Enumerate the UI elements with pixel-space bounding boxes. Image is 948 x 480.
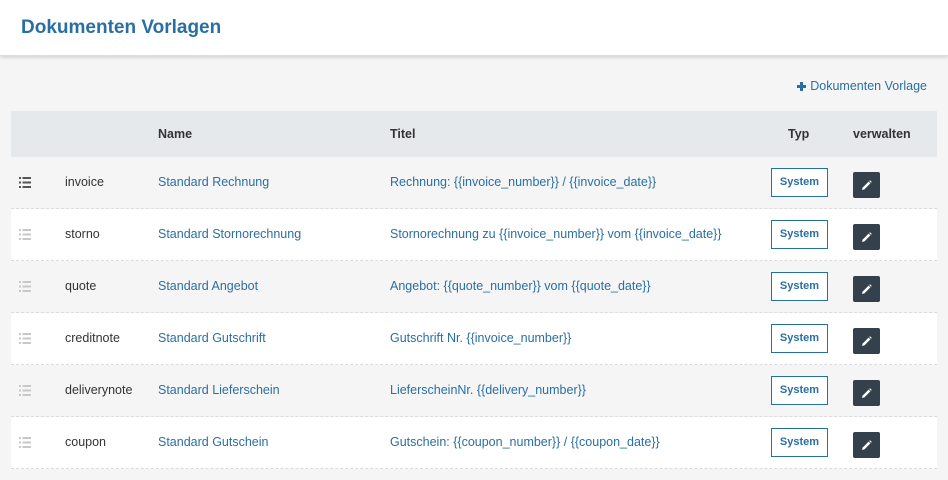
pencil-icon [862, 387, 872, 398]
type-badge: System [771, 220, 828, 249]
table-row: coupon Standard Gutschein Gutschein: {{cou… [11, 417, 937, 469]
pencil-icon [862, 231, 872, 242]
template-title-link[interactable]: Stornorechnung zu {{invoice_number}} vom… [390, 227, 722, 241]
pencil-icon [862, 179, 872, 190]
template-key: storno [65, 227, 100, 241]
drag-handle-icon[interactable] [19, 177, 31, 188]
table-row: invoice Standard Rechnung Rechnung: {{invo… [11, 157, 937, 209]
add-document-template-link[interactable]: Dokumenten Vorlage [797, 79, 927, 93]
column-header-name: Name [158, 127, 193, 141]
template-name-link[interactable]: Standard Gutschein [158, 435, 269, 449]
edit-button[interactable] [853, 432, 880, 458]
column-header-type: Typ [788, 127, 810, 141]
column-header-title: Titel [390, 127, 416, 141]
template-key: coupon [65, 435, 107, 449]
table-row: creditnote Standard Gutschrift Gutschrift … [11, 313, 937, 365]
drag-handle-icon[interactable] [19, 385, 31, 396]
table-row: storno Standard Stornorechnung Stornorechn… [11, 209, 937, 261]
table-header: Name Titel Typ verwalten [11, 111, 937, 157]
document-templates-table: Name Titel Typ verwalten invoice Standard… [11, 111, 937, 469]
type-badge: System [771, 324, 828, 353]
plus-icon [797, 81, 807, 91]
column-header-manage: verwalten [853, 127, 911, 141]
template-title-link[interactable]: LieferscheinNr. {{delivery_number}} [390, 383, 586, 397]
template-title-link[interactable]: Rechnung: {{invoice_number}} / {{invoice… [390, 175, 656, 189]
table-body: invoice Standard Rechnung Rechnung: {{invo… [11, 157, 937, 469]
template-title-link[interactable]: Gutschein: {{coupon_number}} / {{coupon_… [390, 435, 660, 449]
template-key: quote [65, 279, 97, 293]
template-name-link[interactable]: Standard Lieferschein [158, 383, 280, 397]
drag-handle-icon[interactable] [19, 281, 31, 292]
drag-handle-icon[interactable] [19, 229, 31, 240]
template-name-link[interactable]: Standard Gutschrift [158, 331, 266, 345]
pencil-icon [862, 283, 872, 294]
page-title: Dokumenten Vorlagen [21, 17, 222, 38]
drag-handle-icon[interactable] [19, 333, 31, 344]
table-row: deliverynote Standard Lieferschein Liefers… [11, 365, 937, 417]
edit-button[interactable] [853, 328, 880, 354]
template-key: invoice [65, 175, 104, 189]
template-title-link[interactable]: Gutschrift Nr. {{invoice_number}} [390, 331, 571, 345]
table-row: quote Standard Angebot Angebot: {{quote_nu… [11, 261, 937, 313]
template-name-link[interactable]: Standard Angebot [158, 279, 258, 293]
template-name-link[interactable]: Standard Stornorechnung [158, 227, 301, 241]
add-document-template-label: Dokumenten Vorlage [810, 79, 927, 93]
type-badge: System [771, 272, 828, 301]
template-key: creditnote [65, 331, 120, 345]
type-badge: System [771, 168, 828, 197]
edit-button[interactable] [853, 172, 880, 198]
template-name-link[interactable]: Standard Rechnung [158, 175, 269, 189]
edit-button[interactable] [853, 380, 880, 406]
type-badge: System [771, 428, 828, 457]
edit-button[interactable] [853, 276, 880, 302]
type-badge: System [771, 376, 828, 405]
page-header: Dokumenten Vorlagen [0, 0, 948, 56]
template-key: deliverynote [65, 383, 133, 397]
edit-button[interactable] [853, 224, 880, 250]
drag-handle-icon[interactable] [19, 437, 31, 448]
template-title-link[interactable]: Angebot: {{quote_number}} vom {{quote_da… [390, 279, 651, 293]
pencil-icon [862, 335, 872, 346]
pencil-icon [862, 439, 872, 450]
